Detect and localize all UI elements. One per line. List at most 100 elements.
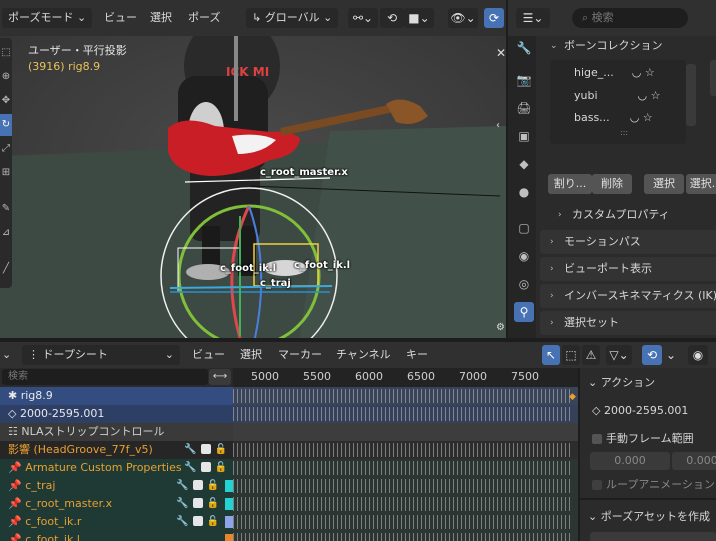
lock-icon[interactable]: 🔓: [207, 516, 219, 527]
keyframe-row[interactable]: [233, 389, 573, 403]
menu-select[interactable]: 選択: [240, 345, 262, 365]
chevron-down-icon[interactable]: ⌄: [664, 345, 678, 365]
bone-label-foot-ik-left-2[interactable]: c_foot_ik.l: [294, 260, 350, 271]
menu-select[interactable]: 選択: [150, 8, 172, 28]
collection-item-bass[interactable]: bass... ◡ ☆: [574, 111, 653, 124]
assign-button[interactable]: 割り...: [548, 174, 592, 194]
keyframe-row[interactable]: [233, 461, 573, 475]
channel-nla-row[interactable]: ☷ NLAストリップコントロール: [0, 423, 233, 441]
object-tab-icon[interactable]: ▢: [514, 218, 534, 238]
wrench-icon[interactable]: 🔧: [176, 480, 188, 491]
channel-group-row[interactable]: 📌 c_foot_ik.l: [0, 531, 233, 541]
loop-animation-checkbox[interactable]: ループアニメーション: [592, 476, 715, 492]
channel-action-row[interactable]: ◇ 2000-2595.001: [0, 405, 233, 423]
measure-tool-icon[interactable]: ⊿: [0, 222, 12, 244]
checkbox[interactable]: [192, 498, 203, 508]
3d-viewport[interactable]: ICK MI ⬚ ⊕ ✥ ↻ ⤢ ⊞ ✎ ⊿ ╱ ユーザー・平行投影 (3916…: [0, 36, 506, 338]
render-tab-icon[interactable]: 📷: [514, 70, 534, 90]
add-collection-icon[interactable]: [710, 60, 716, 96]
motion-paths-panel[interactable]: › モーションパス: [540, 230, 716, 254]
channel-search-input[interactable]: 検索: [2, 369, 208, 385]
checkbox[interactable]: [200, 444, 211, 454]
gizmo-icon[interactable]: ⟳: [484, 8, 504, 28]
select-tool-icon[interactable]: ⬚: [0, 42, 12, 64]
visibility-icon[interactable]: 👁⌄: [448, 8, 478, 28]
wrench-icon[interactable]: 🔧: [184, 444, 196, 455]
channel-group-row[interactable]: 📌 Armature Custom Properties 🔧 🔓: [0, 459, 233, 477]
visibility-icon[interactable]: ◡: [638, 89, 648, 102]
tool-tab-icon[interactable]: 🔧: [514, 38, 534, 58]
pose-asset-field[interactable]: [590, 532, 716, 541]
only-selected-icon[interactable]: ↖: [542, 345, 560, 365]
bone-label-traj[interactable]: c_traj: [260, 278, 291, 289]
filter-icon[interactable]: ▽⌄: [606, 345, 632, 365]
menu-pose[interactable]: ポーズ: [188, 8, 220, 28]
checkbox[interactable]: [592, 434, 602, 444]
proportional-edit-icon[interactable]: ◉: [688, 345, 708, 365]
swap-icon[interactable]: ⟷: [209, 369, 231, 385]
list-resize-handle[interactable]: :::: [620, 128, 628, 137]
star-icon[interactable]: ☆: [645, 66, 655, 79]
axis-gizmo-icon[interactable]: ✕: [496, 46, 506, 60]
channel-group-row[interactable]: 📌 c_traj 🔧 🔓: [0, 477, 233, 495]
menu-channel[interactable]: チャンネル: [336, 345, 391, 365]
keyframe-row[interactable]: [233, 497, 573, 511]
checkbox[interactable]: [592, 480, 602, 490]
viewport-display-panel[interactable]: › ビューポート表示: [540, 257, 716, 281]
channel-group-row[interactable]: 📌 c_foot_ik.r 🔧 🔓: [0, 513, 233, 531]
collection-item-hige[interactable]: hige_... ◡ ☆: [574, 66, 655, 79]
dopesheet-mode-dropdown[interactable]: ⋮ ドープシート ⌄: [22, 345, 180, 365]
checkbox[interactable]: [200, 462, 211, 472]
frame-end-field[interactable]: 0.000: [672, 452, 716, 470]
lock-icon[interactable]: 🔓: [215, 444, 227, 455]
frame-ruler[interactable]: 5000 5500 6000 6500 7000 7500: [233, 368, 578, 388]
bone-label-root-master[interactable]: c_root_master.x: [260, 167, 348, 178]
channel-influence-row[interactable]: 影響 (HeadGroove_77f_v5) 🔧 🔓: [0, 441, 233, 459]
scene-tab-icon[interactable]: ◆: [514, 154, 534, 174]
chevron-left-icon[interactable]: ‹: [496, 120, 500, 131]
wrench-icon[interactable]: 🔧: [176, 516, 188, 527]
rotate-tool-icon[interactable]: ↻: [0, 114, 12, 136]
menu-key[interactable]: キー: [406, 345, 428, 365]
star-icon[interactable]: ☆: [651, 89, 661, 102]
lock-icon[interactable]: 🔓: [215, 462, 227, 473]
lock-icon[interactable]: 🔓: [207, 480, 219, 491]
bone-tool-icon[interactable]: ╱: [0, 258, 12, 280]
keyframe-row[interactable]: [233, 515, 573, 529]
action-panel-header[interactable]: ⌄ アクション: [588, 374, 655, 390]
checkbox[interactable]: [192, 516, 203, 526]
orientation-dropdown[interactable]: ↳ グローバル ⌄: [246, 8, 339, 28]
collection-item-yubi[interactable]: yubi ◡ ☆: [574, 89, 661, 102]
snap-icon[interactable]: ⟲: [380, 8, 404, 28]
deselect-button[interactable]: 選択...: [686, 174, 716, 194]
manual-frame-range-checkbox[interactable]: 手動フレーム範囲: [592, 430, 694, 446]
lock-icon[interactable]: 🔓: [207, 498, 219, 509]
physics-tab-icon[interactable]: ◎: [514, 274, 534, 294]
wrench-icon[interactable]: 🔧: [184, 462, 196, 473]
cursor-tool-icon[interactable]: ⊕: [0, 66, 12, 88]
viewport-settings-icon[interactable]: ⚙: [496, 322, 505, 333]
frame-start-field[interactable]: 0.000: [590, 452, 670, 470]
editor-type-icon[interactable]: ⌄: [2, 345, 11, 365]
proportional-icon[interactable]: ■⌄: [404, 8, 434, 28]
transform-tool-icon[interactable]: ⊞: [0, 162, 12, 184]
wrench-icon[interactable]: 🔧: [176, 498, 188, 509]
action-name-field[interactable]: ◇ 2000-2595.001: [592, 404, 688, 417]
channel-object-row[interactable]: ✱ rig8.9: [0, 387, 233, 405]
bone-collections-panel[interactable]: ⌄ ボーンコレクション: [540, 36, 716, 58]
keyframe-row[interactable]: [233, 443, 573, 457]
keyframe-row[interactable]: [233, 479, 573, 493]
menu-marker[interactable]: マーカー: [278, 345, 322, 365]
custom-properties-subpanel[interactable]: › カスタムプロパティ: [548, 203, 716, 227]
selection-sets-panel[interactable]: › 選択セット: [540, 311, 716, 335]
mode-dropdown[interactable]: ポーズモード ⌄: [2, 8, 93, 28]
keyframe-row[interactable]: [233, 533, 573, 541]
keyframe-row[interactable]: [233, 407, 573, 421]
select-button[interactable]: 選択: [644, 174, 684, 194]
editor-type-icon[interactable]: ☰⌄: [516, 8, 550, 28]
visibility-icon[interactable]: ◡: [630, 111, 640, 124]
pose-asset-panel-header[interactable]: ⌄ ポーズアセットを作成: [588, 508, 710, 524]
keyframe-marker-icon[interactable]: ◆: [569, 392, 576, 402]
move-tool-icon[interactable]: ✥: [0, 90, 12, 112]
keyframe-area[interactable]: 5000 5500 6000 6500 7000 7500 ◆: [233, 368, 578, 541]
